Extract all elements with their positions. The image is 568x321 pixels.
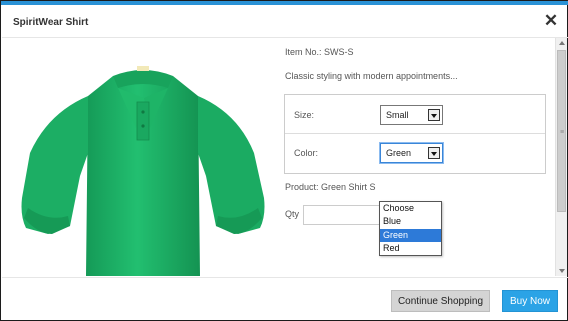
- qty-label: Qty: [285, 209, 300, 219]
- continue-shopping-button[interactable]: Continue Shopping: [391, 290, 490, 312]
- item-number: Item No.: SWS-S: [285, 47, 354, 57]
- vertical-scrollbar[interactable]: ≡: [555, 38, 567, 276]
- footer-divider: [2, 277, 568, 278]
- chevron-down-icon: [428, 109, 440, 121]
- modal-title: SpiritWear Shirt: [13, 17, 89, 28]
- product-modal: SpiritWear Shirt ✕ Item No.: SWS-S Class…: [0, 0, 568, 321]
- color-dropdown-list: Choose Blue Green Red: [379, 201, 442, 256]
- modal-top-accent-bar: [1, 1, 568, 5]
- scroll-up-arrow-icon[interactable]: [556, 38, 567, 48]
- options-divider: [285, 133, 545, 134]
- scrollbar-thumb[interactable]: ≡: [557, 50, 566, 212]
- color-option-green[interactable]: Green: [380, 228, 441, 242]
- modal-content: Item No.: SWS-S Classic styling with mod…: [2, 38, 555, 276]
- scroll-down-arrow-icon[interactable]: [556, 266, 567, 276]
- color-select-value: Green: [386, 148, 412, 158]
- color-option-choose[interactable]: Choose: [380, 202, 441, 215]
- product-image-shirt: [21, 66, 265, 276]
- color-option-blue[interactable]: Blue: [380, 215, 441, 228]
- size-label: Size:: [294, 110, 315, 120]
- qty-input[interactable]: [303, 205, 381, 225]
- color-option-red[interactable]: Red: [380, 242, 441, 255]
- buy-now-button[interactable]: Buy Now: [502, 290, 558, 312]
- close-icon[interactable]: ✕: [541, 10, 561, 32]
- options-panel: Size: Small Color: Green: [284, 94, 546, 174]
- size-select-value: Small: [386, 110, 409, 120]
- grip-icon: ≡: [560, 129, 565, 136]
- product-description: Classic styling with modern appointments…: [285, 71, 458, 81]
- color-select[interactable]: Green: [380, 143, 443, 163]
- product-name: Product: Green Shirt S: [285, 182, 376, 192]
- chevron-down-icon: [428, 147, 440, 159]
- color-label: Color:: [294, 148, 319, 158]
- size-select[interactable]: Small: [380, 105, 443, 125]
